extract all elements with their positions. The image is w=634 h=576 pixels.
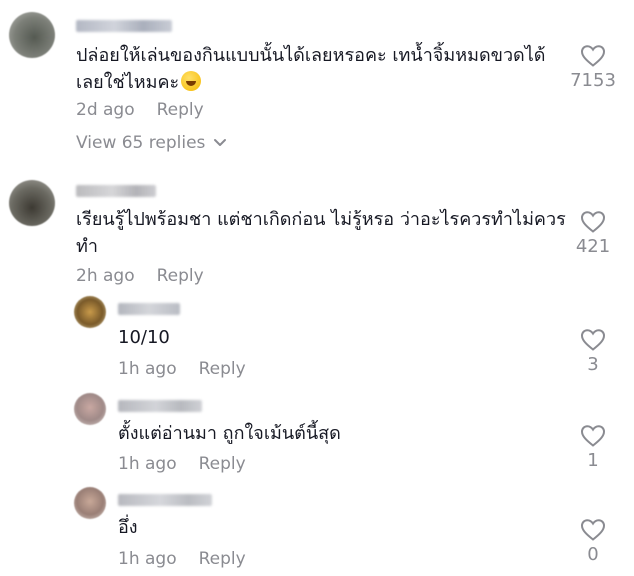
like-count: 3: [587, 354, 599, 375]
comment-meta: 2h ago Reply: [76, 266, 204, 286]
like-button[interactable]: 0: [563, 518, 623, 565]
heart-outline-icon: [580, 329, 606, 351]
grinning-sweat-emoji: [181, 71, 202, 91]
like-button[interactable]: 1: [563, 424, 623, 471]
comment-time: 2d ago: [76, 100, 135, 120]
view-replies-label: View 65 replies: [76, 133, 206, 153]
comment-text: ปล่อยให้เล่นของกินแบบนั้นได้เลยหรอคะ เทน…: [76, 45, 546, 93]
like-count: 7153: [570, 70, 616, 91]
heart-outline-icon: [580, 425, 606, 447]
reply-button[interactable]: Reply: [157, 266, 204, 286]
username-blurred[interactable]: [118, 400, 202, 412]
comment-time: 2h ago: [76, 266, 135, 286]
reply-meta: 1h ago Reply: [118, 549, 246, 569]
reply-time: 1h ago: [118, 359, 177, 379]
like-count: 1: [587, 450, 599, 471]
like-count: 0: [587, 544, 599, 565]
reply-meta: 1h ago Reply: [118, 454, 246, 474]
avatar[interactable]: [74, 393, 106, 425]
heart-outline-icon: [580, 211, 606, 233]
username-blurred[interactable]: [118, 494, 212, 506]
reply-time: 1h ago: [118, 454, 177, 474]
like-count: 421: [575, 236, 611, 257]
reply-button[interactable]: Reply: [199, 454, 246, 474]
like-button[interactable]: 421: [563, 210, 623, 257]
username-blurred[interactable]: [76, 20, 172, 32]
reply-button[interactable]: Reply: [157, 100, 204, 120]
reply-time: 1h ago: [118, 549, 177, 569]
reply-text: อึ่ง: [118, 517, 138, 538]
like-button[interactable]: 7153: [563, 44, 623, 91]
avatar[interactable]: [9, 12, 55, 58]
view-replies-button[interactable]: View 65 replies: [76, 133, 227, 153]
reply-button[interactable]: Reply: [199, 359, 246, 379]
reply-meta: 1h ago Reply: [118, 359, 246, 379]
like-button[interactable]: 3: [563, 328, 623, 375]
reply-text: 10/10: [118, 327, 170, 348]
heart-outline-icon: [580, 519, 606, 541]
reply-button[interactable]: Reply: [199, 549, 246, 569]
avatar[interactable]: [74, 296, 106, 328]
comment-text: เรียนรู้ไปพร้อมชา แต่ชาเกิดก่อน ไม่รู้หร…: [76, 209, 566, 257]
avatar[interactable]: [9, 180, 55, 226]
avatar[interactable]: [74, 487, 106, 519]
chevron-down-icon: [214, 139, 227, 146]
comment-meta: 2d ago Reply: [76, 100, 204, 120]
reply-text: ตั้งแต่อ่านมา ถูกใจเม้นต์นี้สุด: [118, 423, 341, 444]
username-blurred[interactable]: [76, 185, 156, 197]
heart-outline-icon: [580, 45, 606, 67]
username-blurred[interactable]: [118, 303, 180, 315]
